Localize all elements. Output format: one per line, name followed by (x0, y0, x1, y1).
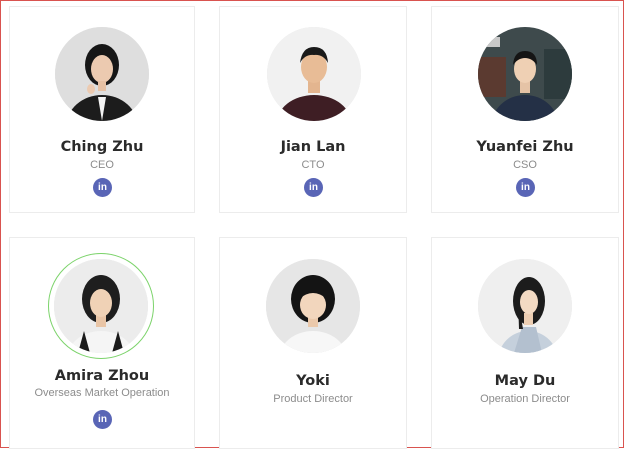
member-name: Yuanfei Zhu (476, 139, 574, 155)
member-role: Operation Director (480, 393, 570, 405)
member-name: Ching Zhu (60, 139, 144, 155)
member-role: CSO (513, 159, 537, 171)
avatar-photo (478, 259, 572, 353)
linkedin-icon[interactable]: in (93, 410, 112, 429)
team-card-yuanfei-zhu: Yuanfei Zhu CSO in (431, 6, 619, 213)
team-card-ching-zhu: Ching Zhu CEO in (9, 6, 195, 213)
linkedin-icon[interactable]: in (93, 178, 112, 197)
member-role: CTO (301, 159, 325, 171)
avatar-photo (267, 27, 361, 121)
member-role: Overseas Market Operation (34, 387, 170, 399)
member-name: May Du (494, 373, 556, 389)
member-name: Jian Lan (280, 139, 346, 155)
member-role: Product Director (273, 393, 353, 405)
team-card-yoki: Yoki Product Director (219, 237, 407, 449)
team-card-may-du: May Du Operation Director (431, 237, 619, 449)
avatar-photo (54, 259, 148, 353)
avatar-photo (55, 27, 149, 121)
avatar-photo (266, 259, 360, 353)
member-name: Amira Zhou (54, 368, 150, 384)
avatar-photo (478, 27, 572, 121)
member-name: Yoki (296, 373, 330, 389)
team-card-amira-zhou: Amira Zhou Overseas Market Operation in (9, 237, 195, 449)
team-card-jian-lan: Jian Lan CTO in (219, 6, 407, 213)
linkedin-icon[interactable]: in (304, 178, 323, 197)
linkedin-icon[interactable]: in (516, 178, 535, 197)
member-role: CEO (90, 159, 114, 171)
